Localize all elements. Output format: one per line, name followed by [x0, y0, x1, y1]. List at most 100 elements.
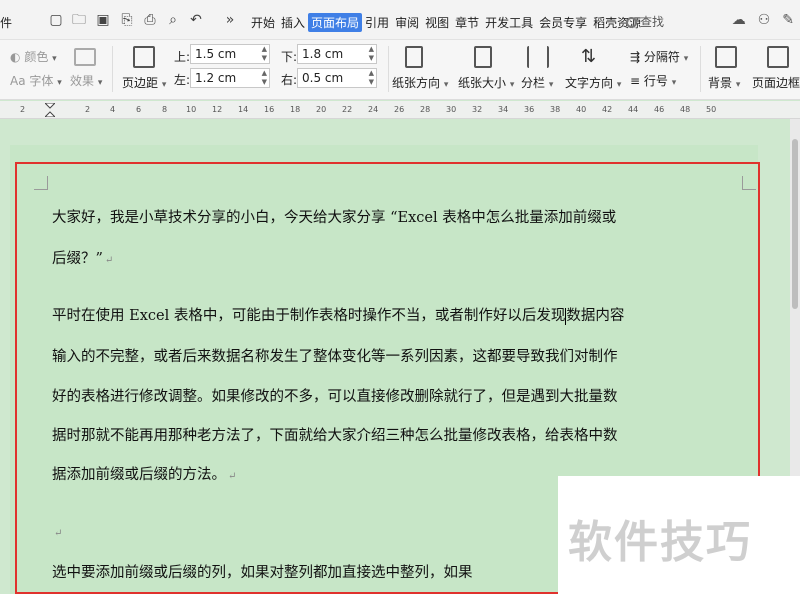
indent-marker-icon[interactable]: [45, 103, 55, 117]
paragraph-mark-icon: ↵: [228, 471, 237, 482]
scrollbar-thumb[interactable]: [792, 139, 798, 309]
spinner-icon[interactable]: ▲ ▼: [262, 45, 267, 63]
orientation-button[interactable]: 纸张方向: [392, 74, 448, 91]
margins-button[interactable]: 页边距: [122, 74, 166, 91]
right-margin-label: 右:: [281, 73, 298, 87]
font-label: Aa 字体: [10, 74, 54, 88]
orientation-icon[interactable]: [405, 46, 423, 68]
text-line[interactable]: 选中要添加前缀或后缀的列，如果对整列都加直接选中整列，如果: [52, 561, 473, 582]
text-line[interactable]: 后缀？” ↵: [52, 247, 113, 268]
empty-line[interactable]: ↵: [52, 524, 62, 540]
cloud-icon[interactable]: ☁: [732, 12, 746, 28]
more-arrows-icon[interactable]: »: [222, 12, 238, 28]
line-text: 输入的不完整，或者后来数据名称发生了整体变化等一系列因素，这都要导致我们对制作: [52, 349, 618, 365]
text-line[interactable]: 输入的不完整，或者后来数据名称发生了整体变化等一系列因素，这都要导致我们对制作: [52, 345, 618, 366]
print-preview-icon[interactable]: ⌕: [165, 12, 181, 28]
save-icon[interactable]: ▣: [95, 12, 111, 28]
tab-home[interactable]: 开始: [248, 13, 278, 32]
line-number-dropdown[interactable]: ≡ 行号: [630, 72, 676, 89]
effect-icon[interactable]: [74, 48, 96, 66]
tab-section[interactable]: 章节: [452, 13, 482, 32]
ruler-tick: 22: [342, 105, 353, 114]
undo-icon[interactable]: ↶: [188, 12, 204, 28]
ruler-tick: 26: [394, 105, 405, 114]
file-menu[interactable]: 文件: [0, 14, 12, 31]
ruler-tick: 4: [110, 105, 116, 114]
text-direction-button[interactable]: 文字方向: [565, 74, 621, 91]
color-label: 颜色: [24, 50, 49, 64]
new-doc-icon[interactable]: ▢: [48, 12, 64, 28]
tab-member[interactable]: 会员专享: [536, 13, 590, 32]
pen-icon[interactable]: ✎: [782, 12, 794, 28]
paper-size-label: 纸张大小: [458, 76, 507, 90]
window-right-icons: ☁ ⚇ ✎: [732, 12, 794, 28]
margins-icon[interactable]: [133, 46, 155, 68]
ruler-tick: 2: [20, 105, 26, 114]
columns-button[interactable]: 分栏: [521, 74, 553, 91]
columns-icon[interactable]: [527, 46, 549, 68]
watermark-box: 软件技巧: [558, 476, 800, 594]
text-line[interactable]: 大家好，我是小草技术分享的小白，今天给大家分享 “Excel 表格中怎么批量添加…: [52, 206, 616, 227]
ruler-tick: 2: [85, 105, 91, 114]
top-margin-input[interactable]: 1.5 cm ▲ ▼: [190, 44, 270, 64]
ruler-tick: 38: [550, 105, 561, 114]
page-border-button[interactable]: 页面边框: [752, 74, 800, 91]
text-direction-icon[interactable]: ⇅: [581, 46, 603, 68]
page-break-icon: ⇶: [630, 50, 641, 64]
spinner-icon[interactable]: ▲ ▼: [262, 69, 267, 87]
search-box[interactable]: 查找: [626, 13, 664, 30]
tab-page-layout[interactable]: 页面布局: [308, 13, 363, 32]
background-button[interactable]: 背景: [708, 74, 740, 91]
share-icon[interactable]: ⚇: [758, 12, 771, 28]
line-text: 后缀？”: [52, 251, 103, 267]
tab-view[interactable]: 视图: [422, 13, 452, 32]
separator-dropdown[interactable]: ⇶ 分隔符: [630, 48, 688, 65]
page-border-icon[interactable]: [767, 46, 789, 68]
tab-references[interactable]: 引用: [362, 13, 392, 32]
export-pdf-icon[interactable]: ⎘: [119, 12, 135, 28]
paper-size-button[interactable]: 纸张大小: [458, 74, 514, 91]
tab-review[interactable]: 审阅: [392, 13, 422, 32]
effect-label: 效果: [70, 74, 95, 88]
tab-developer[interactable]: 开发工具: [482, 13, 536, 32]
background-label: 背景: [708, 76, 733, 90]
ruler-tick: 48: [680, 105, 691, 114]
paragraph-mark-icon: ↵: [104, 255, 114, 266]
right-margin-input[interactable]: 0.5 cm ▲ ▼: [297, 68, 377, 88]
theme-font-dropdown[interactable]: Aa 字体: [10, 72, 62, 89]
ruler-tick: 18: [290, 105, 301, 114]
ruler-tick: 40: [576, 105, 587, 114]
ribbon-tabs: 开始 插入 页面布局 引用 审阅 视图 章节 开发工具 会员专享 稻壳资源: [248, 13, 644, 32]
line-text: 选中要添加前缀或后缀的列，如果对整列都加直接选中整列，如果: [52, 565, 473, 581]
text-line[interactable]: 据添加前缀或后缀的方法。 ↵: [52, 463, 236, 484]
separator-label: 分隔符: [643, 50, 680, 64]
spinner-icon[interactable]: ▲ ▼: [369, 69, 374, 87]
ruler-tick: 14: [238, 105, 249, 114]
bottom-margin-input[interactable]: 1.8 cm ▲ ▼: [297, 44, 377, 64]
open-folder-icon[interactable]: 🗀: [71, 12, 87, 28]
line-text: 数据内容: [566, 308, 625, 324]
paper-size-icon[interactable]: [474, 46, 492, 68]
horizontal-ruler[interactable]: 2 2 4 6 8 10 12 14 16 18 20 22 24 26 28 …: [0, 101, 800, 119]
ruler-tick: 34: [498, 105, 509, 114]
margins-label: 页边距: [122, 76, 159, 90]
left-margin-input[interactable]: 1.2 cm ▲ ▼: [190, 68, 270, 88]
text-line[interactable]: 好的表格进行修改调整。如果修改的不多，可以直接修改删除就行了，但是遇到大批量数: [52, 385, 618, 406]
print-icon[interactable]: ⎙: [142, 12, 158, 28]
divider: [112, 46, 113, 92]
tab-insert[interactable]: 插入: [278, 13, 308, 32]
spinner-icon[interactable]: ▲ ▼: [369, 45, 374, 63]
text-line[interactable]: 平时在使用 Excel 表格中，可能由于制作表格时操作不当，或者制作好以后发现数…: [52, 304, 624, 325]
line-text: 大家好，我是小草技术分享的小白，今天给大家分享 “Excel 表格中怎么批量添加…: [52, 210, 617, 226]
ruler-tick: 32: [472, 105, 483, 114]
background-icon[interactable]: [715, 46, 737, 68]
theme-color-dropdown[interactable]: ◐ 颜色: [10, 48, 57, 65]
line-text: 据添加前缀或后缀的方法。: [52, 467, 226, 483]
effect-dropdown[interactable]: 效果: [70, 72, 102, 89]
columns-label: 分栏: [521, 76, 546, 90]
text-line[interactable]: 据时那就不能再用那种老方法了，下面就给大家介绍三种怎么批量修改表格，给表格中数: [52, 424, 618, 445]
line-text: 好的表格进行修改调整。如果修改的不多，可以直接修改删除就行了，但是遇到大批量数: [52, 389, 618, 405]
search-label: 查找: [640, 15, 665, 29]
watermark-text: 软件技巧: [568, 517, 752, 568]
ruler-tick: 44: [628, 105, 639, 114]
